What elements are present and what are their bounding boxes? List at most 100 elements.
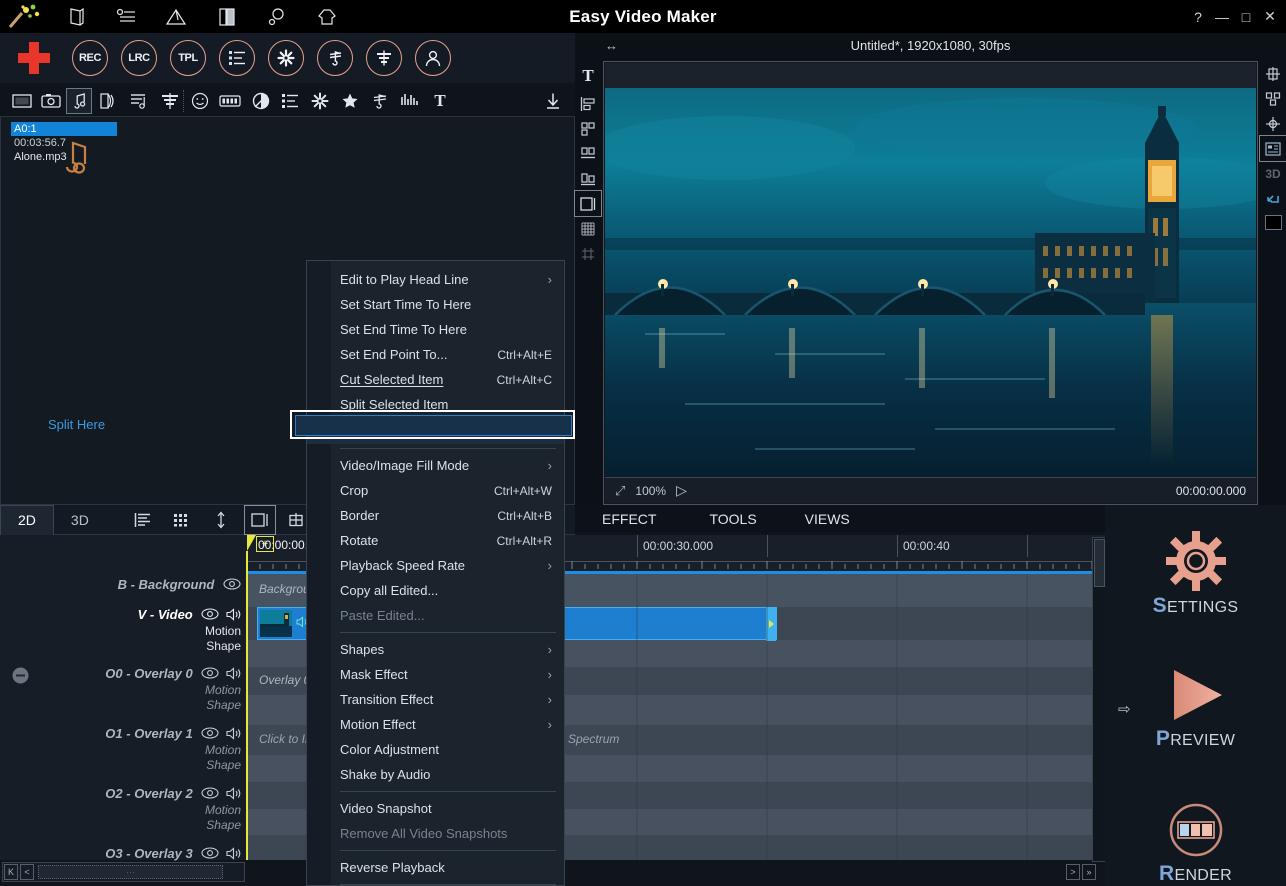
eye-icon[interactable] [201, 787, 219, 802]
template-button[interactable]: TPL [170, 40, 206, 76]
speaker-icon[interactable] [226, 726, 241, 743]
settings-button[interactable]: SETTINGS [1105, 531, 1286, 618]
magnifier-icon[interactable] [252, 0, 302, 33]
preview-play-button[interactable]: ▷ [676, 482, 687, 499]
scrollbar-thumb[interactable]: ··· [38, 865, 223, 879]
select-icon[interactable] [243, 504, 276, 535]
track-header-background[interactable]: B - Background [0, 577, 247, 593]
contrast-icon[interactable] [248, 88, 274, 114]
3d-toggle[interactable]: 3D [1260, 161, 1286, 186]
ctx-item-video-snapshot[interactable]: Video Snapshot [307, 796, 564, 821]
track-sub-motion[interactable]: Motion [0, 743, 241, 758]
download-icon[interactable] [540, 88, 566, 114]
open-project-icon[interactable] [52, 0, 102, 33]
grid-dots-icon[interactable] [167, 506, 197, 534]
playhead-line[interactable] [246, 551, 248, 860]
ctx-item-reverse-playback[interactable]: Reverse Playback [307, 855, 564, 880]
record-button[interactable]: REC [72, 40, 108, 76]
speaker-icon[interactable] [226, 666, 241, 683]
scroll-end-button[interactable]: » [1082, 864, 1096, 880]
audio-note-button[interactable] [317, 40, 353, 76]
preview-button[interactable]: PREVIEW [1105, 666, 1286, 751]
media-clip-item[interactable]: A0:1 00:03:56.7 Alone.mp3 [11, 122, 123, 174]
eye-icon[interactable] [201, 608, 219, 623]
ctx-item-border[interactable]: Border Ctrl+Alt+B [307, 503, 564, 528]
preview-video-canvas[interactable] [605, 88, 1256, 476]
ctx-item-edit-to-play-head-line[interactable]: Edit to Play Head Line › [307, 267, 564, 292]
pen-icon[interactable] [152, 0, 202, 33]
ctx-item-motion-effect[interactable]: Motion Effect › [307, 712, 564, 737]
text-icon[interactable]: T [427, 88, 453, 114]
context-menu[interactable]: Edit to Play Head Line › Set Start Time T… [306, 260, 565, 886]
ctx-item-shapes[interactable]: Shapes › [307, 637, 564, 662]
timeline-horizontal-scrollbar[interactable]: K < ··· [2, 862, 245, 882]
eye-icon[interactable] [223, 578, 241, 593]
spectrum-icon[interactable] [397, 88, 423, 114]
ctx-item-cut-selected-item[interactable]: Cut Selected Item Ctrl+Alt+C [307, 367, 564, 392]
ctx-item-transition-effect[interactable]: Transition Effect › [307, 687, 564, 712]
add-media-button[interactable] [14, 38, 54, 78]
align-left-icon[interactable] [575, 91, 601, 116]
track-sub-shape[interactable]: Shape [0, 758, 241, 773]
note-icon[interactable] [367, 88, 393, 114]
track-header-overlay0[interactable]: O0 - Overlay 0 Motion Shape [0, 666, 247, 713]
ctx-item-split-selected-item[interactable]: Split Selected Item [307, 392, 564, 417]
eye-icon[interactable] [201, 727, 219, 742]
scroll-home-button[interactable]: K [4, 864, 18, 880]
playlist-button[interactable] [219, 40, 255, 76]
distribute-icon[interactable] [1260, 86, 1286, 111]
layout-icon[interactable] [1259, 135, 1286, 162]
photo-icon[interactable] [38, 88, 64, 114]
list-settings-icon[interactable] [102, 0, 152, 33]
scroll-right-button[interactable]: > [1066, 864, 1080, 880]
speaker-icon[interactable] [226, 607, 241, 624]
help-button[interactable]: ? [1186, 0, 1210, 33]
lyrics-button[interactable]: LRC [121, 40, 157, 76]
grid-fine-icon[interactable] [575, 216, 601, 241]
transition-icon[interactable] [96, 88, 122, 114]
ctx-item-mask-effect[interactable]: Mask Effect › [307, 662, 564, 687]
collapse-icon[interactable] [12, 667, 29, 687]
track-sub-shape[interactable]: Shape [0, 698, 241, 713]
eye-icon[interactable] [201, 667, 219, 682]
emoji-icon[interactable] [187, 88, 213, 114]
ctx-item-set-start-time-to-here[interactable]: Set Start Time To Here [307, 292, 564, 317]
maximize-button[interactable]: □ [1234, 0, 1258, 33]
menu-views[interactable]: VIEWS [805, 511, 850, 527]
ctx-item-set-end-point-to[interactable]: Set End Point To... Ctrl+Alt+E [307, 342, 564, 367]
eye-icon[interactable] [201, 847, 219, 862]
ctx-item-copy-all-edited[interactable]: Copy all Edited... [307, 578, 564, 603]
align-right-icon[interactable] [575, 141, 601, 166]
grid-coarse-icon[interactable] [575, 241, 601, 266]
flip-icon[interactable] [1260, 186, 1286, 211]
equalizer-icon[interactable] [157, 88, 183, 114]
track-sub-shape[interactable]: Shape [0, 818, 241, 833]
track-sub-motion[interactable]: Motion [0, 803, 241, 818]
ctx-item-color-adjustment[interactable]: Color Adjustment [307, 737, 564, 762]
center-h-icon[interactable] [1260, 61, 1286, 86]
track-header-video[interactable]: V - Video Motion Shape [0, 607, 247, 654]
snowflake-icon[interactable] [307, 88, 333, 114]
split-panel-icon[interactable] [202, 0, 252, 33]
render-button[interactable]: RENDER [1105, 801, 1286, 886]
tab-2d[interactable]: 2D [0, 504, 54, 535]
track-list-icon[interactable] [128, 506, 158, 534]
ctx-item-split-here[interactable]: Split Here [307, 417, 564, 444]
ctx-item-playback-speed-rate[interactable]: Playback Speed Rate › [307, 553, 564, 578]
text-tool-icon[interactable]: T [575, 61, 601, 91]
ctx-item-crop[interactable]: Crop Ctrl+Alt+W [307, 478, 564, 503]
music-icon[interactable] [66, 88, 92, 114]
ctx-item-set-end-time-to-here[interactable]: Set End Time To Here [307, 317, 564, 342]
scrollbar-thumb[interactable] [1094, 539, 1105, 587]
track-height-icon[interactable] [206, 506, 236, 534]
preview-zoom-level[interactable]: 100% [635, 484, 666, 498]
scroll-left-button[interactable]: < [20, 864, 34, 880]
effects-button[interactable] [268, 40, 304, 76]
ctx-item-rotate[interactable]: Rotate Ctrl+Alt+R [307, 528, 564, 553]
track-sub-motion[interactable]: Motion [0, 624, 241, 639]
minimize-button[interactable]: — [1210, 0, 1234, 33]
list-icon[interactable] [277, 88, 303, 114]
preview-fit-icon[interactable]: ⤢ [615, 483, 625, 499]
filmstrip-icon[interactable] [217, 88, 243, 114]
video-icon[interactable] [9, 88, 35, 114]
